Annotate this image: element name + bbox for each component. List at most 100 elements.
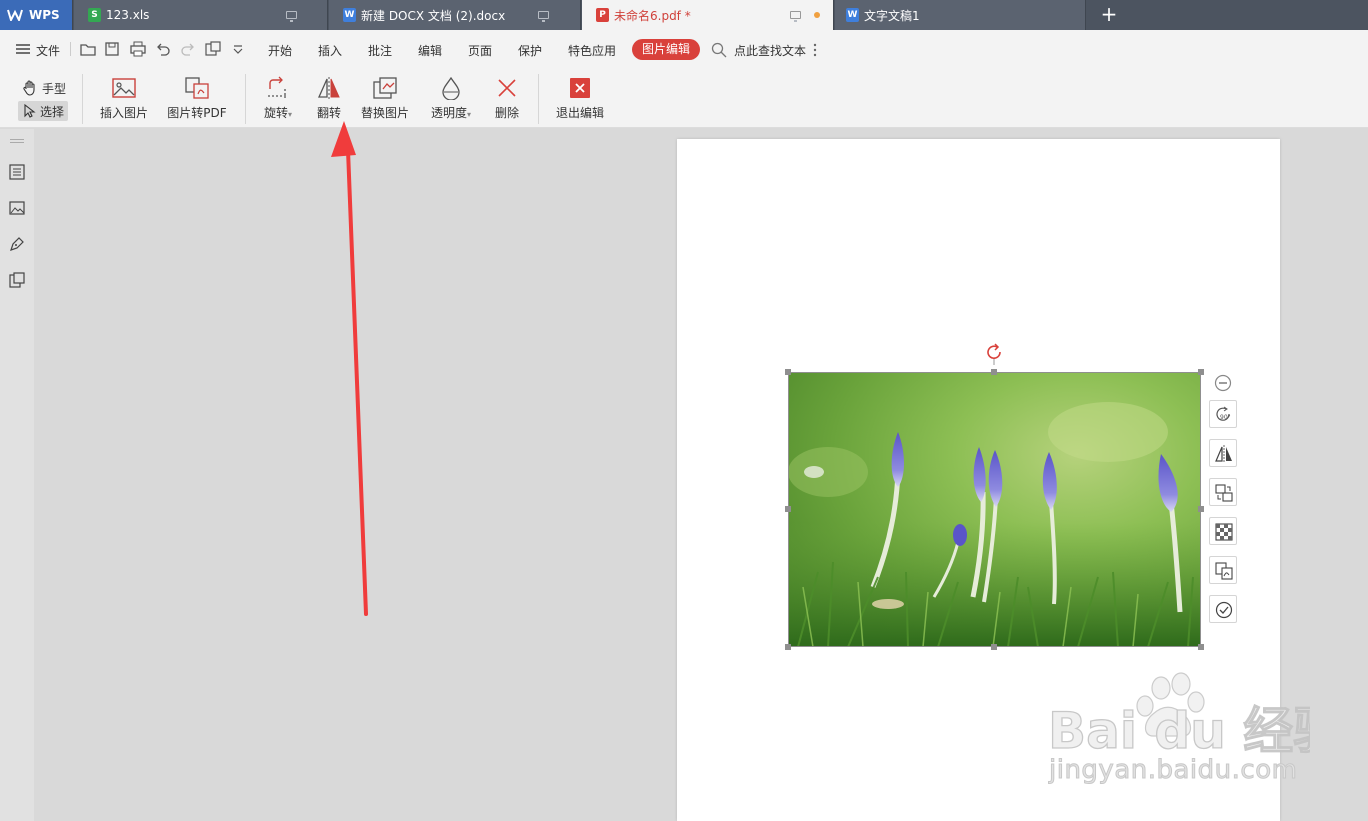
float-replace-image-button[interactable] <box>1209 478 1237 506</box>
resize-handle-left[interactable] <box>785 506 791 512</box>
thumbnail-image-icon[interactable] <box>8 199 26 217</box>
find-text-search[interactable]: 点此查找文本 <box>734 42 806 59</box>
resize-handle-top-right[interactable] <box>1198 369 1204 375</box>
ribbon-toolbar: 手型 选择 插入图片 图片转PDF 旋转▾ 翻转 替换图片 透明度▾ 删除 退出… <box>0 68 1368 128</box>
open-folder-icon[interactable] <box>80 41 96 57</box>
exit-edit-button[interactable]: 退出编辑 <box>553 76 607 124</box>
replace-image-icon <box>1215 484 1233 502</box>
transparency-checker-icon <box>1215 523 1233 541</box>
rotate-icon <box>268 76 288 98</box>
transparency-dropdown-button[interactable]: 透明度▾ <box>427 76 475 124</box>
resize-handle-bottom-left[interactable] <box>785 644 791 650</box>
undo-icon[interactable] <box>155 41 171 57</box>
button-label: 图片转PDF <box>167 106 227 120</box>
button-label: 翻转 <box>316 106 341 120</box>
tab-label: 123.xls <box>106 8 150 22</box>
resize-handle-top[interactable] <box>991 369 997 375</box>
exit-close-icon <box>570 78 590 98</box>
tab-pdf-active[interactable]: P 未命名6.pdf * <box>582 0 834 30</box>
writer-doc-icon: W <box>846 8 859 22</box>
water-drop-icon <box>442 76 460 100</box>
image-to-pdf-button[interactable]: 图片转PDF <box>165 76 229 124</box>
save-icon[interactable] <box>104 41 120 57</box>
rotate-handle-icon[interactable] <box>985 343 1005 365</box>
pdf-icon: P <box>596 8 609 22</box>
menu-comment[interactable]: 批注 <box>368 42 392 59</box>
button-label: 插入图片 <box>99 106 148 120</box>
menu-start[interactable]: 开始 <box>268 42 292 59</box>
panel-grip-icon[interactable] <box>10 139 24 143</box>
menu-protect[interactable]: 保护 <box>518 42 542 59</box>
replace-image-icon <box>373 77 397 99</box>
menu-special[interactable]: 特色应用 <box>568 42 616 59</box>
more-vertical-icon[interactable] <box>811 42 827 58</box>
menu-file[interactable]: 文件 <box>36 42 60 59</box>
flip-icon <box>317 77 340 99</box>
insert-image-button[interactable]: 插入图片 <box>96 76 152 124</box>
menu-insert[interactable]: 插入 <box>318 42 342 59</box>
image-to-pdf-icon[interactable] <box>205 41 221 57</box>
image-extract-icon[interactable] <box>8 271 26 289</box>
image-selection-frame <box>788 372 1201 647</box>
divider <box>245 74 246 124</box>
hand-mode-label: 手型 <box>42 81 67 96</box>
flip-icon <box>1215 445 1232 463</box>
tab-bar: WPS S 123.xls W 新建 DOCX 文档 (2).docx P 未命… <box>0 0 1368 30</box>
rotate-dropdown-button[interactable]: 旋转▾ <box>259 76 297 124</box>
menu-bar: 文件 开始 插入 批注 编辑 页面 保护 特色应用 图片编辑 点此查找文本 <box>0 30 1368 68</box>
button-label: 删除 <box>494 106 519 120</box>
tab-123-xls[interactable]: S 123.xls <box>74 0 328 30</box>
delete-button[interactable]: 删除 <box>491 76 523 124</box>
delete-x-icon <box>498 79 516 97</box>
float-finish-button[interactable] <box>1209 595 1237 623</box>
button-label: 旋转▾ <box>259 104 297 121</box>
tab-wps-home[interactable]: WPS <box>0 0 73 30</box>
monitor-icon[interactable] <box>538 11 549 22</box>
float-rotate-90-button[interactable]: 90° <box>1209 400 1237 428</box>
menu-image-edit-active[interactable]: 图片编辑 <box>632 39 700 60</box>
float-image-to-pdf-button[interactable] <box>1209 556 1237 584</box>
wps-logo-icon <box>7 9 23 21</box>
button-label: 替换图片 <box>360 106 409 120</box>
redo-icon[interactable] <box>180 41 196 57</box>
menu-edit[interactable]: 编辑 <box>418 42 442 59</box>
monitor-icon[interactable] <box>790 11 801 22</box>
signature-pen-icon[interactable] <box>8 235 26 253</box>
hand-icon <box>23 80 35 96</box>
tab-wenzi[interactable]: W 文字文稿1 <box>835 0 1086 30</box>
search-icon[interactable] <box>711 42 727 58</box>
insert-image-icon <box>112 78 136 98</box>
divider <box>538 74 539 124</box>
select-mode-button[interactable]: 选择 <box>18 101 69 121</box>
dropdown-caret-icon: ▾ <box>467 110 472 119</box>
menu-page[interactable]: 页面 <box>468 42 492 59</box>
float-transparency-button[interactable] <box>1209 517 1237 545</box>
transparency-label: 透明度 <box>430 106 467 120</box>
tab-label: 文字文稿1 <box>864 8 920 23</box>
replace-image-button[interactable]: 替换图片 <box>358 76 412 124</box>
writer-doc-icon: W <box>343 8 356 22</box>
image-to-pdf-icon <box>1215 562 1233 580</box>
resize-handle-top-left[interactable] <box>785 369 791 375</box>
finish-check-icon <box>1215 601 1233 619</box>
print-icon[interactable] <box>130 41 146 57</box>
image-to-pdf-icon <box>185 77 209 99</box>
hand-mode-button[interactable]: 手型 <box>18 78 70 98</box>
chevron-down-icon[interactable] <box>232 41 248 57</box>
hamburger-menu-icon[interactable] <box>15 42 31 58</box>
resize-handle-right[interactable] <box>1198 506 1204 512</box>
minus-circle-icon[interactable] <box>1214 374 1232 392</box>
divider <box>82 74 83 124</box>
resize-handle-bottom-right[interactable] <box>1198 644 1204 650</box>
monitor-icon[interactable] <box>286 11 297 22</box>
new-tab-plus-icon[interactable]: + <box>1100 4 1118 24</box>
watermark-domain-text: jingyan.baidu.com <box>1048 755 1298 786</box>
resize-handle-bottom[interactable] <box>991 644 997 650</box>
tab-label: 未命名6.pdf * <box>614 8 691 23</box>
outline-list-icon[interactable] <box>8 163 26 181</box>
flip-button[interactable]: 翻转 <box>313 76 345 124</box>
spreadsheet-icon: S <box>88 8 101 22</box>
tab-docx[interactable]: W 新建 DOCX 文档 (2).docx <box>329 0 581 30</box>
float-flip-button[interactable] <box>1209 439 1237 467</box>
left-side-panel <box>0 129 34 821</box>
